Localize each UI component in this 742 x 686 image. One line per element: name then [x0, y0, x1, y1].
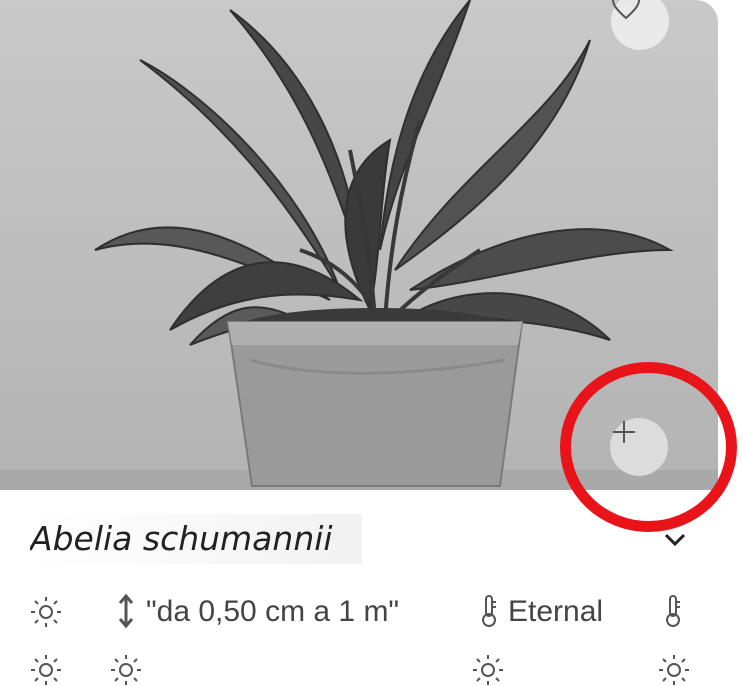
thermometer-icon [482, 595, 496, 627]
heart-icon [611, 0, 641, 20]
chevron-down-icon[interactable] [664, 533, 686, 547]
plant-height: "da 0,50 cm a 1 m" [146, 595, 400, 628]
plant-name: Abelia schumannii [30, 514, 362, 564]
sun-icon [31, 597, 61, 627]
plant-temperature: Eternal [508, 595, 604, 628]
thermometer-icon [666, 595, 680, 627]
plant-attributes-row: "da 0,50 cm a 1 m" Eternal [0, 590, 718, 634]
sun-icon [473, 655, 503, 685]
sun-icon [659, 655, 689, 685]
sun-icon [31, 655, 61, 685]
height-arrow-icon [118, 594, 134, 628]
highlight-circle [560, 362, 737, 532]
sun-icon [111, 655, 141, 685]
plant-card[interactable]: Abelia schumannii "da 0,50 cm a 1 m" Ete… [0, 0, 718, 686]
plant-light-row [0, 648, 718, 686]
plant-name-text: Abelia schumannii [30, 519, 333, 558]
